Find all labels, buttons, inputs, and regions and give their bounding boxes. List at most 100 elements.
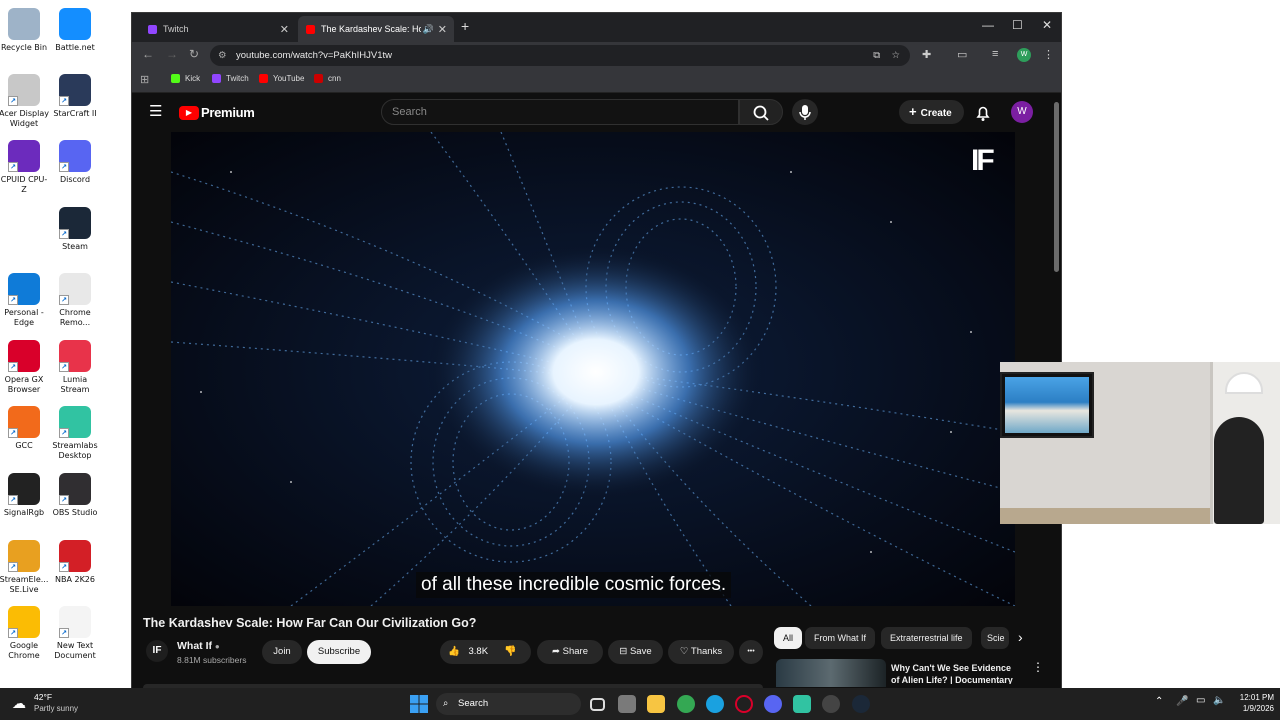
tray-chevron-icon[interactable]: ⌃ xyxy=(1155,696,1163,707)
desktop-icon[interactable]: ↗ NBA 2K26 xyxy=(50,540,100,585)
voice-search-button[interactable] xyxy=(792,99,818,125)
desktop-icon[interactable]: ↗ SignalRgb xyxy=(0,473,49,518)
share-button[interactable]: ➦ Share xyxy=(537,640,603,664)
desktop-icon-label: CPUID CPU-Z xyxy=(0,175,48,194)
search-button[interactable] xyxy=(739,99,783,125)
new-tab-icon[interactable]: + xyxy=(461,18,469,34)
clock[interactable]: 12:01 PM 1/9/2026 xyxy=(1228,692,1274,714)
recommended-title[interactable]: Why Can't We See Evidence of Alien Life?… xyxy=(891,662,1021,684)
reload-icon[interactable]: ↻ xyxy=(189,47,199,61)
maximize-icon[interactable]: ☐ xyxy=(1012,18,1023,32)
tray-mic-icon[interactable]: 🎤 xyxy=(1176,696,1188,707)
bookmark-cnn[interactable]: cnn xyxy=(314,74,341,83)
menu-kebab-icon[interactable]: ⋮ xyxy=(1043,48,1054,61)
subscribe-button[interactable]: Subscribe xyxy=(307,640,371,664)
bookmark-twitch[interactable]: Twitch xyxy=(212,74,249,83)
like-button[interactable]: 👍 3.8K xyxy=(448,640,488,664)
chip-all[interactable]: All xyxy=(774,627,803,649)
desktop-icon[interactable]: ↗ CPUID CPU-Z xyxy=(0,140,49,195)
close-tab-icon[interactable]: ✕ xyxy=(438,23,447,36)
desktop-icon[interactable]: ↗ StreamEle... SE.Live xyxy=(0,540,49,595)
media-icon[interactable]: ≡ xyxy=(992,48,998,60)
tray-network-icon[interactable]: ▭ xyxy=(1196,695,1205,706)
youtube-header: ☰ ▶ Premium Search + Create W xyxy=(132,94,1061,132)
desktop-icon[interactable]: ↗ Discord xyxy=(50,140,100,185)
recommended-more-icon[interactable]: ⋮ xyxy=(1032,660,1044,674)
account-avatar[interactable]: W xyxy=(1011,101,1033,123)
more-actions-button[interactable]: ••• xyxy=(739,640,763,664)
desktop-icon-label: Google Chrome xyxy=(8,641,40,660)
channel-name[interactable]: What If ● xyxy=(177,640,220,652)
chip-extraterrestrial-life[interactable]: Extraterrestrial life xyxy=(881,627,972,649)
file-explorer-icon[interactable] xyxy=(647,695,665,713)
weather-widget[interactable]: ☁ 42°F Partly sunny xyxy=(12,692,112,716)
desktop-icon[interactable]: ↗ Lumia Stream xyxy=(50,340,100,395)
opera-gx-taskbar-icon[interactable] xyxy=(735,695,753,713)
desktop-icon[interactable]: ↗ Chrome Remo... xyxy=(50,273,100,328)
youtube-logo[interactable]: ▶ Premium xyxy=(179,105,255,120)
minimize-icon[interactable]: — xyxy=(982,18,994,32)
back-icon[interactable]: ← xyxy=(142,47,154,61)
taskbar: ☁ 42°F Partly sunny ⌕ Search ⌃ 🎤 ▭ 🔈 12:… xyxy=(0,688,1280,720)
create-button[interactable]: + Create xyxy=(899,100,964,124)
chip-from-what-if[interactable]: From What If xyxy=(805,627,876,649)
save-button[interactable]: ⊟ Save xyxy=(608,640,663,664)
dislike-button[interactable]: 👎 xyxy=(504,640,516,664)
desktop-icon[interactable]: ↗ Acer Display Widget xyxy=(0,74,49,129)
taskbar-search[interactable]: ⌕ Search xyxy=(436,693,581,715)
task-view-icon[interactable] xyxy=(590,698,605,711)
discord-taskbar-icon[interactable] xyxy=(764,695,782,713)
obs-taskbar-icon[interactable] xyxy=(822,695,840,713)
desktop-icon[interactable]: ↗ OBS Studio xyxy=(50,473,100,518)
hamburger-menu-icon[interactable]: ☰ xyxy=(149,102,162,120)
close-window-icon[interactable]: ✕ xyxy=(1042,18,1052,32)
close-tab-icon[interactable]: ✕ xyxy=(280,23,289,36)
scrollbar[interactable] xyxy=(1054,102,1059,272)
chrome-taskbar-icon[interactable] xyxy=(677,695,695,713)
forward-icon[interactable]: → xyxy=(166,47,178,61)
notifications-bell-icon[interactable] xyxy=(975,104,991,122)
desktop-icon[interactable]: Battle.net xyxy=(50,8,100,53)
desktop-icon[interactable]: ↗ New Text Document xyxy=(50,606,100,661)
video-player[interactable]: IF of all these incredible cosmic forces… xyxy=(171,132,1015,606)
desktop-icon[interactable]: ↗ StarCraft II xyxy=(50,74,100,119)
youtube-tab-icon xyxy=(306,24,315,34)
profile-avatar[interactable]: W xyxy=(1017,48,1031,62)
bookmark-star-icon[interactable]: ☆ xyxy=(891,45,900,66)
tab-twitch[interactable]: Twitch ✕ xyxy=(140,16,296,42)
widgets-icon[interactable] xyxy=(618,695,636,713)
edge-taskbar-icon[interactable] xyxy=(706,695,724,713)
install-icon[interactable]: ⧉ xyxy=(873,45,880,66)
thanks-button[interactable]: ♡ Thanks xyxy=(668,640,734,664)
desktop-icon[interactable]: ↗ GCC xyxy=(0,406,49,451)
app-icon: ↗ xyxy=(8,406,40,438)
bookmark-youtube[interactable]: YouTube xyxy=(259,74,304,83)
search-input[interactable]: Search xyxy=(381,99,739,125)
recommended-thumbnail[interactable] xyxy=(776,659,886,687)
chevron-right-icon[interactable]: › xyxy=(1018,629,1023,645)
bookmark-kick[interactable]: Kick xyxy=(171,74,200,83)
address-input[interactable]: ⚙ youtube.com/watch?v=PaKhIHJV1tw ⧉ ☆ xyxy=(210,45,910,66)
channel-avatar[interactable]: IF xyxy=(146,640,168,662)
chip-science[interactable]: Scie xyxy=(981,627,1009,649)
tab-youtube[interactable]: The Kardashev Scale: How F 🔊 ✕ xyxy=(298,16,454,42)
desktop-icon[interactable]: Recycle Bin xyxy=(0,8,49,53)
windows-start-icon[interactable] xyxy=(410,695,428,713)
desktop-icon[interactable]: ↗ Opera GX Browser xyxy=(0,340,49,395)
app-icon xyxy=(59,8,91,40)
join-button[interactable]: Join xyxy=(262,640,302,664)
speaker-icon[interactable]: 🔊 xyxy=(423,24,434,35)
browser-window: Twitch ✕ The Kardashev Scale: How F 🔊 ✕ … xyxy=(131,12,1062,688)
desktop-icon[interactable]: ↗ Steam xyxy=(50,207,100,252)
desktop-icon[interactable]: ↗ Personal - Edge xyxy=(0,273,49,328)
streamlabs-taskbar-icon[interactable] xyxy=(793,695,811,713)
desktop-icon[interactable]: ↗ Google Chrome xyxy=(0,606,49,661)
tray-volume-icon[interactable]: 🔈 xyxy=(1213,695,1225,706)
sidepanel-icon[interactable]: ▭ xyxy=(957,48,967,61)
site-info-icon[interactable]: ⚙ xyxy=(218,45,227,66)
app-icon: ↗ xyxy=(59,340,91,372)
desktop-icon[interactable]: ↗ Streamlabs Desktop xyxy=(50,406,100,461)
extensions-icon[interactable]: ✚ xyxy=(922,48,931,61)
steam-taskbar-icon[interactable] xyxy=(852,695,870,713)
apps-grid-icon[interactable]: ⊞ xyxy=(140,73,149,86)
